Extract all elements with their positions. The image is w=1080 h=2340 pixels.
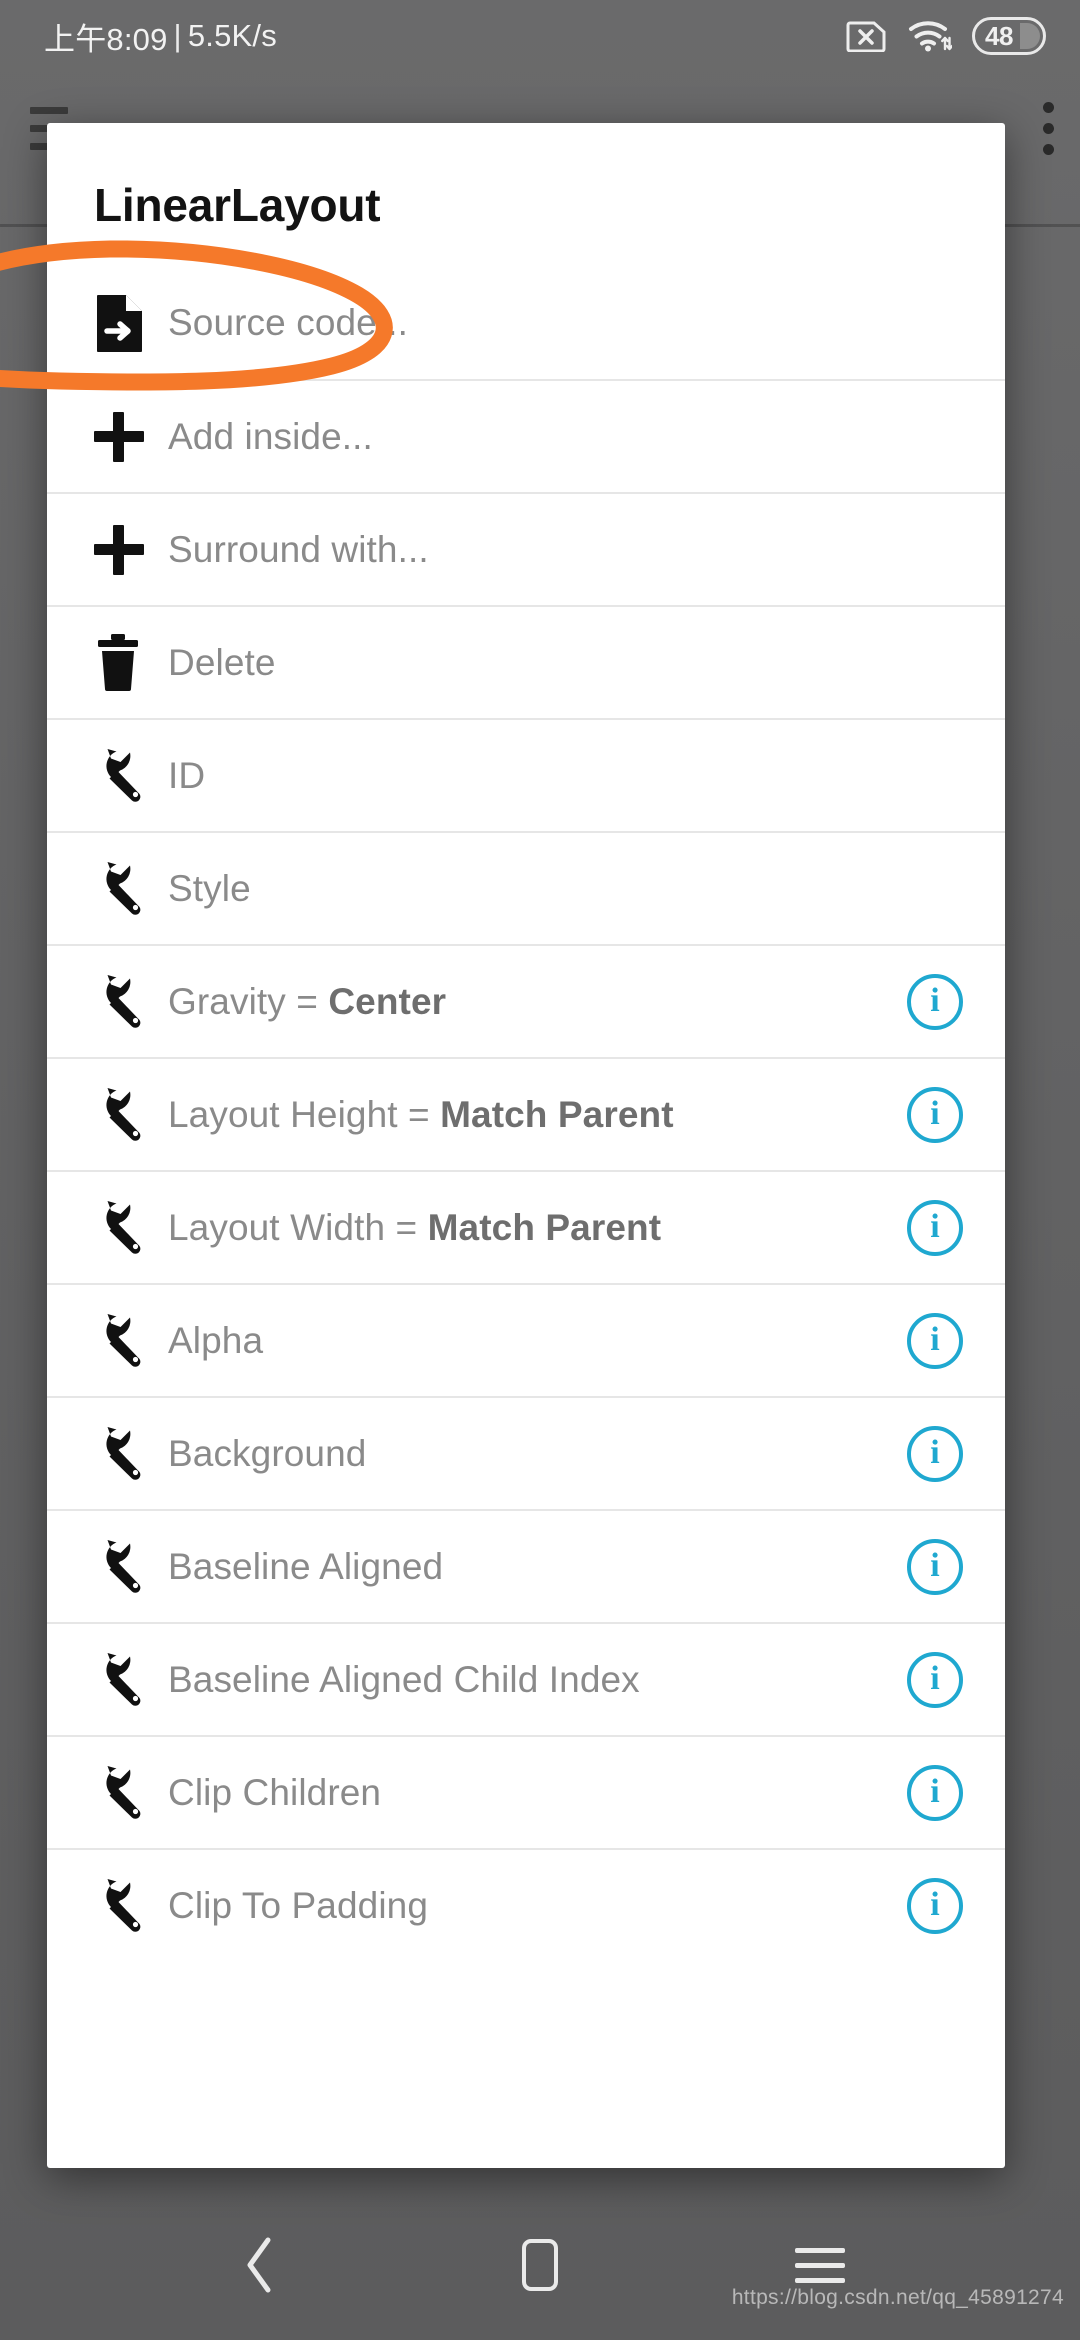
menu-item-value: Match Parent (427, 1206, 662, 1248)
info-icon[interactable]: i (905, 1311, 965, 1371)
navigation-bar (0, 2190, 1080, 2340)
menu-item-value: Center (328, 980, 447, 1022)
wrench-icon (94, 1425, 168, 1483)
info-icon[interactable]: i (905, 1763, 965, 1823)
menu-item-layout-width[interactable]: Layout Width = Match Parent i (47, 1170, 1005, 1283)
info-icon[interactable]: i (905, 1650, 965, 1710)
wrench-icon (94, 1086, 168, 1144)
menu-item-label: Surround with... (168, 528, 429, 570)
wrench-icon (94, 1312, 168, 1370)
menu-item-label: Alpha (168, 1319, 264, 1361)
menu-item-delete[interactable]: Delete (47, 605, 1005, 718)
menu-item-clip-to-padding[interactable]: Clip To Padding i (47, 1848, 1005, 1961)
menu-item-value: Match Parent (440, 1093, 674, 1135)
menu-item-style[interactable]: Style (47, 831, 1005, 944)
menu-item-background[interactable]: Background i (47, 1396, 1005, 1509)
menu-item-label: Background (168, 1432, 367, 1474)
wrench-icon (94, 1199, 168, 1257)
trash-icon (94, 633, 168, 692)
menu-item-label: Clip To Padding (168, 1884, 428, 1926)
menu-item-gravity[interactable]: Gravity = Center i (47, 944, 1005, 1057)
menu-item-source-code[interactable]: Source code... (47, 266, 1005, 379)
status-bar-left: 上午8:09 | 5.5K/s (44, 14, 277, 59)
info-icon[interactable]: i (905, 1537, 965, 1597)
status-separator: | (173, 18, 182, 53)
page-title: LinearLayout (94, 179, 381, 231)
menu-item-surround-with[interactable]: Surround with... (47, 492, 1005, 605)
source-file-icon (94, 293, 168, 353)
wifi-icon (908, 19, 952, 53)
menu-item-id[interactable]: ID (47, 718, 1005, 831)
overflow-menu-icon[interactable] (1043, 101, 1054, 155)
menu-item-add-inside[interactable]: Add inside... (47, 379, 1005, 492)
menu-item-layout-height[interactable]: Layout Height = Match Parent i (47, 1057, 1005, 1170)
menu-item-alpha[interactable]: Alpha i (47, 1283, 1005, 1396)
plus-icon (94, 524, 168, 575)
menu-item-baseline-aligned-child-index[interactable]: Baseline Aligned Child Index i (47, 1622, 1005, 1735)
menu-item-label: Baseline Aligned (168, 1545, 444, 1587)
menu-item-label: Delete (168, 641, 276, 683)
plus-icon (94, 411, 168, 462)
info-icon[interactable]: i (905, 1424, 965, 1484)
status-network-speed: 5.5K/s (187, 18, 277, 53)
menu-item-label: Clip Children (168, 1771, 382, 1813)
menu-item-label: Add inside... (168, 415, 373, 457)
watermark: https://blog.csdn.net/qq_45891274 (731, 2286, 1064, 2309)
menu-item-label: Baseline Aligned Child Index (168, 1658, 640, 1700)
menu-item-label: ID (168, 754, 206, 796)
wrench-icon (94, 1764, 168, 1822)
menu-item-label: Style (168, 867, 251, 909)
phone-screen: 上午8:09 | 5.5K/s 48 LinearLayout Source c… (0, 0, 1080, 2340)
menu-item-label: Source code... (168, 301, 408, 343)
back-chevron-icon[interactable] (215, 2220, 305, 2310)
status-bar-right: 48 (846, 17, 1046, 55)
wrench-icon (94, 1877, 168, 1935)
menu-item-label: Layout Width = Match Parent (168, 1206, 662, 1248)
wrench-icon (94, 1651, 168, 1709)
battery-indicator: 48 (972, 17, 1046, 55)
wrench-icon (94, 973, 168, 1031)
menu-item-baseline-aligned[interactable]: Baseline Aligned i (47, 1509, 1005, 1622)
sim-card-off-icon (846, 20, 888, 52)
battery-cap (1020, 23, 1040, 49)
wrench-icon (94, 1538, 168, 1596)
properties-dialog: LinearLayout Source code... Add inside...… (47, 123, 1005, 2168)
battery-level: 48 (985, 21, 1013, 51)
menu-item-label: Gravity = Center (168, 980, 447, 1022)
info-icon[interactable]: i (905, 1198, 965, 1258)
info-icon[interactable]: i (905, 1876, 965, 1936)
menu-item-clip-children[interactable]: Clip Children i (47, 1735, 1005, 1848)
info-icon[interactable]: i (905, 972, 965, 1032)
wrench-icon (94, 747, 168, 805)
wrench-icon (94, 860, 168, 918)
status-bar: 上午8:09 | 5.5K/s 48 (0, 0, 1080, 72)
menu-item-label: Layout Height = Match Parent (168, 1093, 674, 1135)
home-square-icon[interactable] (495, 2220, 585, 2310)
menu-list: Source code... Add inside... Surround with… (47, 266, 1005, 1961)
info-icon[interactable]: i (905, 1085, 965, 1145)
status-time: 上午8:09 (44, 21, 168, 57)
